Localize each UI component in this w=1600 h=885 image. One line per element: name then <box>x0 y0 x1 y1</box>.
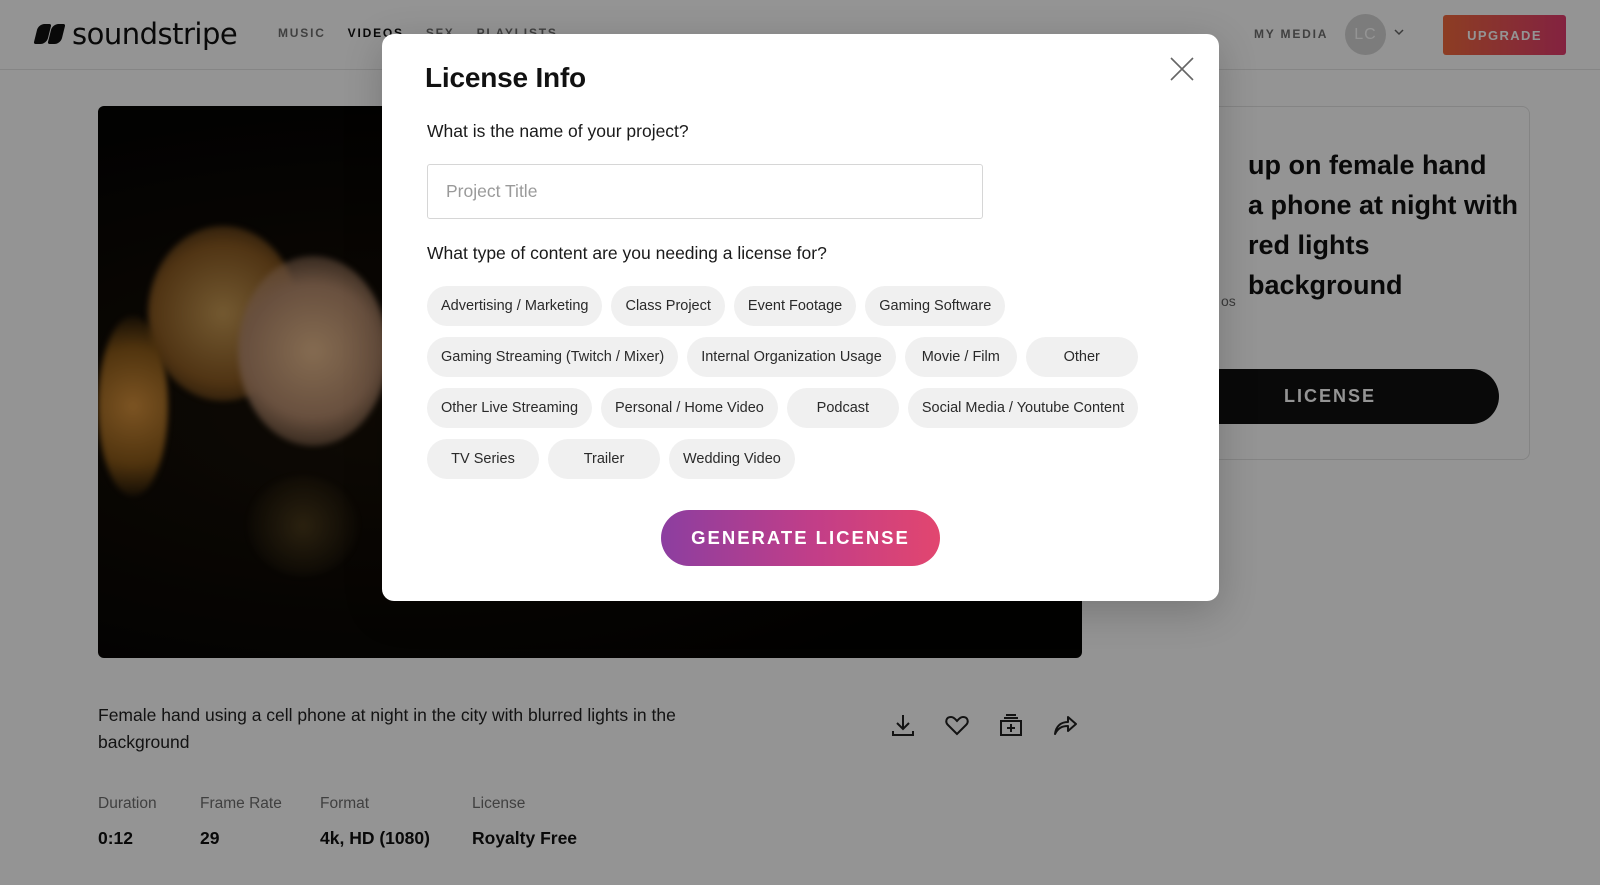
content-type-chip[interactable]: Other Live Streaming <box>427 388 593 428</box>
modal-title: License Info <box>425 62 586 93</box>
content-type-chip[interactable]: Event Footage <box>733 286 857 326</box>
close-icon[interactable] <box>1169 56 1195 82</box>
content-type-options: Advertising / Marketing Class Project Ev… <box>427 286 1167 479</box>
content-type-chip[interactable]: Podcast <box>786 388 899 428</box>
content-type-chip[interactable]: Trailer <box>548 439 660 479</box>
content-type-chip[interactable]: Internal Organization Usage <box>687 337 896 377</box>
content-type-chip[interactable]: Personal / Home Video <box>601 388 778 428</box>
content-type-chip[interactable]: Social Media / Youtube Content <box>907 388 1139 428</box>
content-type-chip[interactable]: Other <box>1025 337 1138 377</box>
content-type-chip[interactable]: Gaming Streaming (Twitch / Mixer) <box>427 337 679 377</box>
content-type-chip[interactable]: Movie / Film <box>904 337 1017 377</box>
content-type-chip[interactable]: Class Project <box>611 286 725 326</box>
content-type-chip[interactable]: TV Series <box>427 439 539 479</box>
generate-license-button[interactable]: GENERATE LICENSE <box>661 510 940 566</box>
content-type-chip[interactable]: Wedding Video <box>669 439 795 479</box>
content-type-chip[interactable]: Advertising / Marketing <box>427 286 603 326</box>
content-type-label: What type of content are you needing a l… <box>427 243 827 263</box>
license-info-modal: License Info What is the name of your pr… <box>382 34 1219 601</box>
project-name-label: What is the name of your project? <box>427 121 689 141</box>
project-title-input[interactable] <box>427 164 983 219</box>
content-type-chip[interactable]: Gaming Software <box>865 286 1006 326</box>
